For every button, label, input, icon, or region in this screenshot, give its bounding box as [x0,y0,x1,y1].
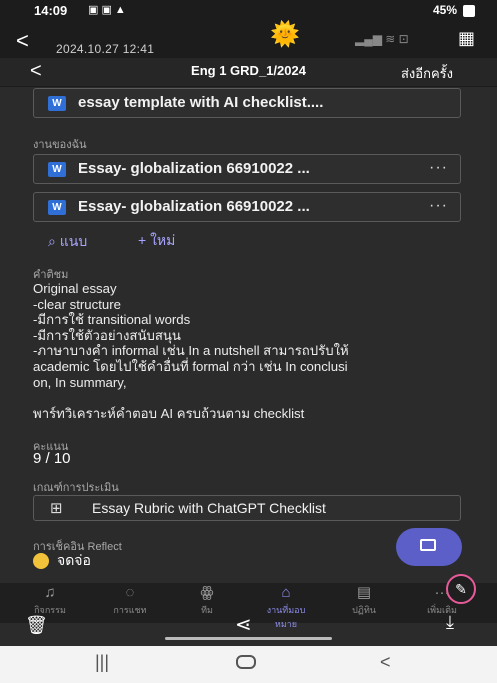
back-icon[interactable]: < [380,652,391,673]
feedback-line: -ภาษาบางคำ informal เช่น In a nutshell ส… [33,343,349,359]
signal-wifi-icon: ▂▄▆ ≋ ⊡ [355,32,409,46]
paperclip-icon: ⌕ [48,233,56,249]
reader-icon [420,539,436,551]
word-doc-icon: W [48,96,66,111]
home-icon[interactable] [236,655,256,669]
reflect-value: จดจ่อ [33,550,91,572]
table-icon: ⊞ [50,500,63,517]
work-file-2[interactable]: W Essay- globalization 66910022 ... ··· [33,192,461,222]
template-attachment[interactable]: W essay template with AI checklist.... [33,88,461,118]
feedback-line: พาร์ทวิเคราะห์คำตอบ AI ครบถ้วนตาม checkl… [33,405,305,421]
new-button[interactable]: + ใหม่ [138,230,175,252]
feedback-line: academic โดยไปใช้คำอื่นที่ formal กว่า เ… [33,358,348,374]
plus-icon: + [138,232,147,248]
feedback-line: -มีการใช้ตัวอย่างสนับสนุน [33,327,181,343]
nav-teams[interactable]: ꙮ ทีม [177,583,237,617]
system-navigation: ||| < [0,646,497,683]
turn-in-again-button[interactable]: ส่งอีกครั้ง [401,63,453,84]
nav-assignments[interactable]: ⌂ งานที่มอบหมาย [256,583,316,631]
work-file-1[interactable]: W Essay- globalization 66910022 ... ··· [33,154,461,184]
rubric-label: เกณฑ์การประเมิน [33,482,119,494]
nav-chat[interactable]: ◌ การแชท [100,583,160,617]
viewer-back-icon[interactable]: < [16,28,29,54]
attachment-name: essay template with AI checklist.... [78,94,324,111]
feedback-line [33,390,465,406]
feedback-text: Original essay -clear structure -มีการใช… [33,281,465,421]
feedback-line: Original essay [33,281,117,296]
my-work-label: งานของฉัน [33,139,87,151]
grid-menu-icon[interactable]: ▦ [458,28,484,48]
calendar-icon: ▤ [356,584,372,601]
status-time: 14:09 [34,3,68,18]
nav-activity[interactable]: ♫ กิจกรรม [20,583,80,617]
rubric-card[interactable]: ⊞ Essay Rubric with ChatGPT Checklist [33,495,461,521]
photo-timestamp: 2024.10.27 12:41 [56,42,155,56]
feedback-line: -clear structure [33,296,121,312]
emotion-face-icon [33,553,49,570]
edit-pen-icon[interactable]: ✎ [446,574,476,604]
battery-level: 45% [432,3,457,17]
recent-apps-icon[interactable]: ||| [95,652,109,673]
share-icon[interactable]: ⋖ [235,612,252,637]
download-icon[interactable]: ⤓ [446,612,454,633]
nav-calendar[interactable]: ▤ ปฏิทิน [334,583,394,617]
rubric-title: Essay Rubric with ChatGPT Checklist [92,500,326,516]
word-doc-icon: W [48,162,66,177]
file-name: Essay- globalization 66910022 ... [78,160,310,177]
chat-icon: ◌ [125,584,135,601]
status-bar [0,0,497,22]
file-name: Essay- globalization 66910022 ... [78,198,310,215]
bell-icon: ♫ [44,584,56,601]
feedback-line: on, In summary, [33,374,127,390]
trash-icon[interactable]: 🗑 [25,615,48,636]
more-options-icon[interactable]: ··· [429,159,448,177]
word-doc-icon: W [48,200,66,215]
more-options-icon[interactable]: ··· [429,197,448,215]
gesture-bar [165,637,332,640]
immersive-reader-button[interactable] [396,528,462,566]
sun-sticker-icon: 🌞 [270,21,300,48]
battery-icon [463,5,475,17]
attach-button[interactable]: ⌕ แนบ [48,231,87,253]
score-value: 9 / 10 [33,450,71,467]
teams-icon: ꙮ [200,584,214,601]
feedback-line: -มีการใช้ transitional words [33,312,191,328]
assignment-icon: ⌂ [281,584,291,601]
status-notification-icons: ▣ ▣ ▲ [88,4,126,16]
